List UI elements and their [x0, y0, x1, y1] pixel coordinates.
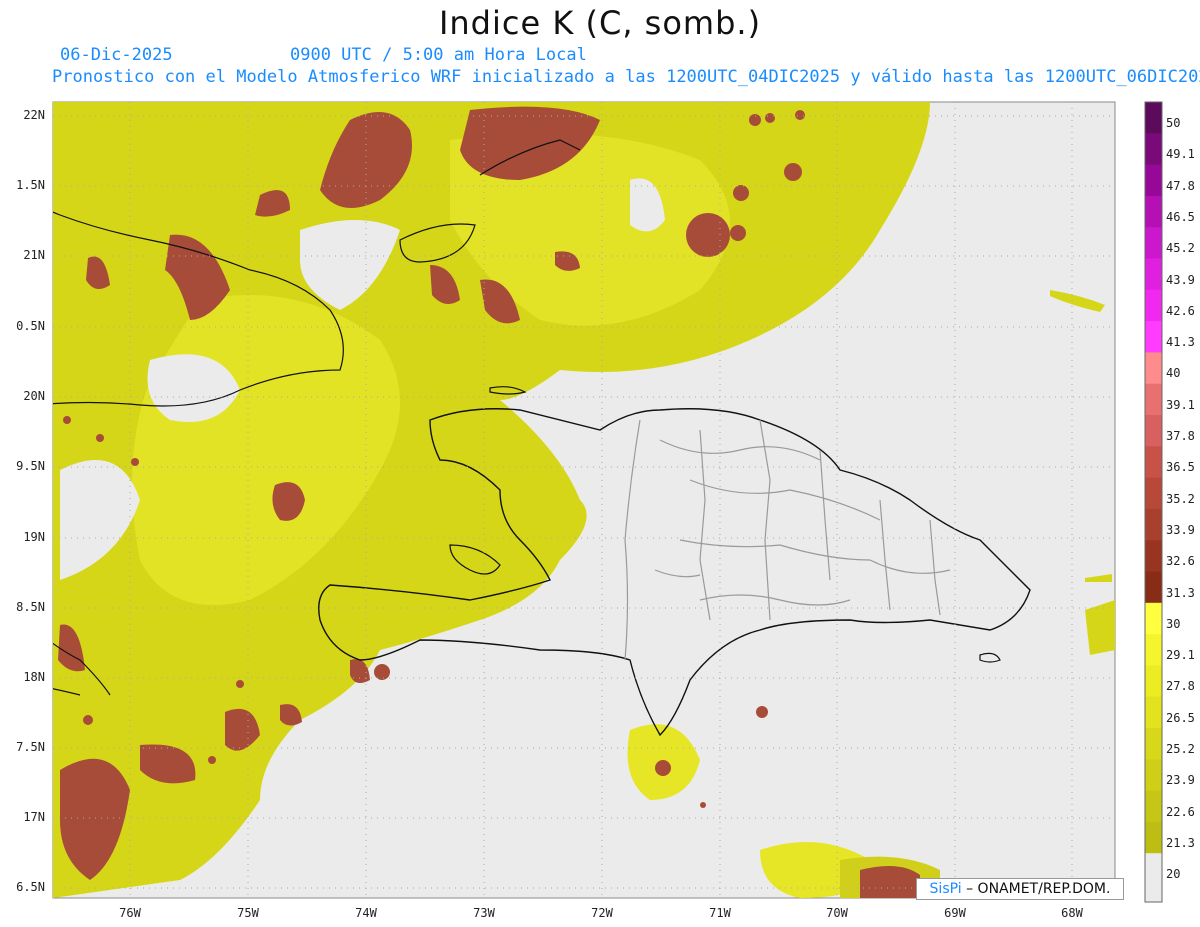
colorbar-label: 39.1: [1166, 397, 1195, 412]
colorbar-label: 36.5: [1166, 460, 1195, 475]
colorbar-swatch: [1145, 790, 1162, 823]
colorbar-swatch: [1145, 508, 1162, 541]
longitude-label: 73W: [473, 906, 495, 920]
latitude-label: 21N: [23, 248, 45, 262]
colorbar-swatch: [1145, 383, 1162, 416]
colorbar-swatch: [1145, 634, 1162, 666]
latitude-label: 20N: [23, 389, 45, 403]
longitude-label: 69W: [944, 906, 966, 920]
credit-text: – ONAMET/REP.DOM.: [966, 881, 1111, 897]
colorbar-label: 50: [1166, 116, 1181, 130]
latitude-label: 0.5N: [16, 319, 45, 333]
colorbar-swatch: [1145, 102, 1162, 134]
colorbar-swatch: [1145, 821, 1162, 854]
colorbar-label: 31.3: [1166, 585, 1195, 600]
latitude-label: 1.5N: [16, 178, 45, 192]
colorbar-label: 40: [1166, 366, 1181, 381]
longitude-label: 71W: [709, 906, 731, 920]
longitude-label: 74W: [355, 906, 377, 920]
latitude-label: 6.5N: [16, 880, 45, 894]
colorbar-swatch: [1145, 728, 1162, 760]
latitude-label: 8.5N: [16, 600, 45, 614]
colorbar-swatch: [1145, 352, 1162, 385]
colorbar-label: 23.9: [1166, 773, 1195, 788]
latitude-label: 22N: [23, 108, 45, 122]
colorbar-swatch: [1145, 853, 1162, 902]
colorbar-swatch: [1145, 759, 1162, 792]
colorbar-swatch: [1145, 321, 1162, 353]
colorbar-label: 30: [1166, 616, 1181, 631]
colorbar: [1144, 101, 1163, 903]
colorbar-swatch: [1145, 571, 1162, 604]
colorbar-label: 20: [1166, 867, 1181, 882]
latitude-label: 17N: [23, 810, 45, 824]
colorbar-label: 49.1: [1166, 147, 1195, 162]
colorbar-label: 32.6: [1166, 554, 1195, 569]
colorbar-label: 21.3: [1166, 835, 1195, 850]
colorbar-swatch: [1145, 133, 1162, 166]
colorbar-label: 45.2: [1166, 241, 1195, 256]
colorbar-label: 35.2: [1166, 491, 1195, 506]
longitude-label: 76W: [119, 906, 141, 920]
latitude-label: 18N: [23, 670, 45, 684]
colorbar-label: 47.8: [1166, 178, 1195, 193]
colorbar-swatch: [1145, 415, 1162, 447]
colorbar-label: 43.9: [1166, 272, 1195, 287]
colorbar-label: 25.2: [1166, 742, 1195, 756]
colorbar-swatch: [1145, 540, 1162, 572]
colorbar-label: 42.6: [1166, 303, 1195, 318]
colorbar-label: 22.6: [1166, 804, 1195, 819]
colorbar-label: 26.5: [1166, 710, 1195, 725]
colorbar-swatch: [1145, 289, 1162, 322]
latitude-label: 9.5N: [16, 459, 45, 473]
colorbar-label: 33.9: [1166, 522, 1195, 537]
colorbar-label: 37.8: [1166, 429, 1195, 443]
longitude-label: 75W: [237, 906, 259, 920]
longitude-label: 68W: [1061, 906, 1083, 920]
colorbar-swatch: [1145, 227, 1162, 259]
colorbar-swatch: [1145, 602, 1162, 635]
longitude-label: 72W: [591, 906, 613, 920]
colorbar-label: 46.5: [1166, 209, 1195, 224]
colorbar-swatch: [1145, 195, 1162, 228]
colorbar-label: 41.3: [1166, 335, 1195, 350]
colorbar-swatch: [1145, 258, 1162, 291]
colorbar-swatch: [1145, 164, 1162, 197]
colorbar-swatch: [1145, 446, 1162, 479]
colorbar-swatch: [1145, 665, 1162, 698]
latitude-label: 19N: [23, 530, 45, 544]
colorbar-label: 29.1: [1166, 648, 1195, 663]
longitude-label: 70W: [826, 906, 848, 920]
k-index-map: [52, 101, 1163, 903]
colorbar-swatch: [1145, 696, 1162, 729]
colorbar-swatch: [1145, 477, 1162, 510]
sispi-logo: SisPi: [929, 881, 962, 897]
colorbar-label: 27.8: [1166, 679, 1195, 694]
credit-box: SisPi – ONAMET/REP.DOM.: [916, 878, 1124, 900]
latitude-label: 7.5N: [16, 740, 45, 754]
